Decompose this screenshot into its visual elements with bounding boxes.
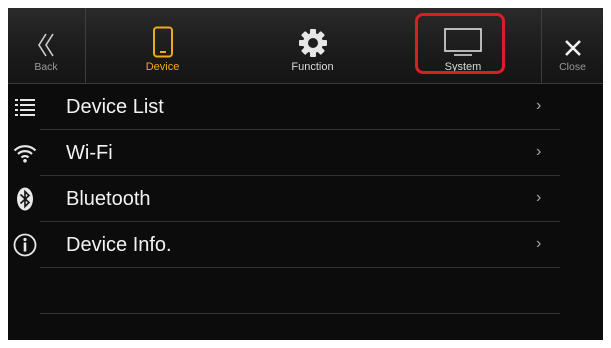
list-item-device-info[interactable]: Device Info. › (8, 222, 603, 268)
list-item-label: Wi-Fi (66, 142, 113, 164)
chevron-right-icon: › (536, 235, 542, 252)
double-chevron-left-icon (36, 16, 56, 58)
back-label: Back (34, 61, 58, 73)
chevron-right-icon: › (536, 97, 542, 114)
tab-device[interactable]: Device (86, 8, 239, 83)
close-label: Close (559, 61, 586, 73)
close-icon (563, 16, 583, 58)
list-item-device-list[interactable]: Device List › (8, 84, 603, 130)
info-icon (10, 222, 40, 268)
bluetooth-icon (10, 176, 40, 222)
top-navigation-bar: Back Device Function System Close (8, 8, 603, 84)
chevron-right-icon: › (536, 189, 542, 206)
chevron-right-icon: › (536, 143, 542, 160)
list-item-bluetooth[interactable]: Bluetooth › (8, 176, 603, 222)
wifi-icon (10, 130, 40, 176)
back-button[interactable]: Back (8, 8, 84, 83)
list-item-label: Device List (66, 96, 164, 118)
row-divider (40, 267, 560, 268)
list-item-label: Device Info. (66, 234, 172, 256)
device-label: Device (145, 61, 180, 73)
close-button[interactable]: Close (542, 8, 603, 83)
system-tab-highlight (415, 13, 505, 74)
gear-icon (298, 16, 328, 58)
list-item-label: Bluetooth (66, 188, 151, 210)
tab-function[interactable]: Function (239, 8, 386, 83)
list-icon (10, 84, 40, 130)
function-label: Function (291, 61, 334, 73)
settings-screen: Back Device Function System Close Device… (8, 8, 603, 340)
phone-icon (152, 16, 174, 58)
row-divider (40, 313, 560, 314)
list-item-wifi[interactable]: Wi-Fi › (8, 130, 603, 176)
